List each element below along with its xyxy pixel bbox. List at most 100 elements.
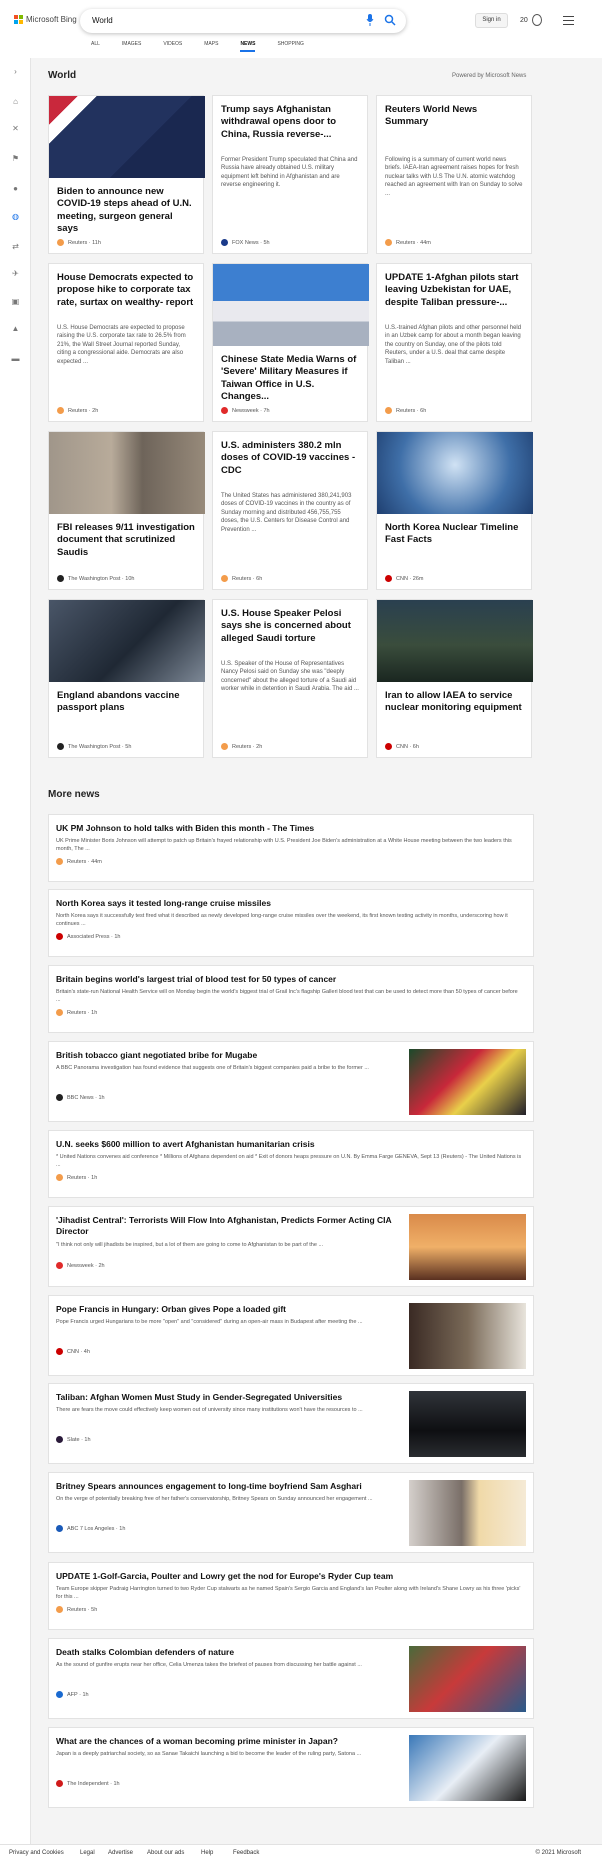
more-news-title[interactable]: Death stalks Colombian defenders of natu… [56,1647,398,1658]
hamburger-menu-icon[interactable] [563,16,574,25]
tab-videos[interactable]: VIDEOS [163,41,182,47]
tab-maps[interactable]: MAPS [204,41,218,47]
source-favicon-icon [56,933,63,940]
more-news-title[interactable]: UK PM Johnson to hold talks with Biden t… [56,823,523,834]
source-label: Reuters · 44m [67,858,102,865]
news-card-title[interactable]: House Democrats expected to propose hike… [57,272,195,309]
news-card-image[interactable] [377,432,533,514]
news-card-title[interactable]: Chinese State Media Warns of 'Severe' Mi… [221,354,359,403]
footer-link[interactable]: Feedback [233,1850,259,1856]
news-card[interactable]: House Democrats expected to propose hike… [48,263,204,422]
news-card-image[interactable] [213,264,369,346]
business-icon[interactable]: ⇄ [10,241,21,252]
more-news-item[interactable]: British tobacco giant negotiated bribe f… [48,1041,534,1122]
news-card-title[interactable]: Trump says Afghanistan withdrawal opens … [221,104,359,141]
source-label: CNN · 26m [396,575,424,582]
politics-icon[interactable]: ▲ [10,323,21,334]
science-icon[interactable]: ✈ [10,268,21,279]
news-card[interactable]: Iran to allow IAEA to service nuclear mo… [376,599,533,758]
more-news-thumbnail[interactable] [409,1214,526,1280]
news-card-title[interactable]: U.S. House Speaker Pelosi says she is co… [221,608,359,645]
expand-icon[interactable]: › [10,66,21,77]
entertainment-icon[interactable]: ▣ [10,296,21,307]
news-card-title[interactable]: England abandons vaccine passport plans [57,690,195,715]
news-card[interactable]: U.S. House Speaker Pelosi says she is co… [212,599,368,758]
tab-news[interactable]: NEWS [240,41,256,52]
more-news-title[interactable]: 'Jihadist Central': Terrorists Will Flow… [56,1215,398,1238]
tab-shopping[interactable]: SHOPPING [277,41,303,47]
more-news-item[interactable]: Britney Spears announces engagement to l… [48,1472,534,1553]
news-card[interactable]: Chinese State Media Warns of 'Severe' Mi… [212,263,369,422]
footer-link[interactable]: Help [201,1850,213,1856]
more-news-thumbnail[interactable] [409,1391,526,1457]
footer-link[interactable]: Privacy and Cookies [9,1850,64,1856]
flag-icon[interactable]: ⚑ [10,153,21,164]
search-box[interactable]: World [80,9,406,33]
more-news-thumbnail[interactable] [409,1049,526,1115]
home-icon[interactable]: ⌂ [10,96,21,107]
more-news-title[interactable]: UPDATE 1-Golf-Garcia, Poulter and Lowry … [56,1571,523,1582]
news-card-title[interactable]: Biden to announce new COVID-19 steps ahe… [57,186,195,235]
more-news-item[interactable]: North Korea says it tested long-range cr… [48,889,534,957]
more-news-item[interactable]: Death stalks Colombian defenders of natu… [48,1638,534,1719]
tab-images[interactable]: IMAGES [122,41,141,47]
more-news-title[interactable]: North Korea says it tested long-range cr… [56,898,523,909]
more-news-title[interactable]: British tobacco giant negotiated bribe f… [56,1050,398,1061]
location-icon[interactable]: ● [10,183,21,194]
more-news-thumbnail[interactable] [409,1480,526,1546]
more-news-title[interactable]: Pope Francis in Hungary: Orban gives Pop… [56,1304,398,1315]
news-card[interactable]: North Korea Nuclear Timeline Fast Facts C… [376,431,533,590]
news-card[interactable]: Trump says Afghanistan withdrawal opens … [212,95,368,254]
more-news-thumbnail[interactable] [409,1303,526,1369]
news-card[interactable]: UPDATE 1-Afghan pilots start leaving Uzb… [376,263,532,422]
more-news-source: CNN · 4h [56,1348,90,1355]
microphone-icon[interactable] [366,14,374,26]
news-card-title[interactable]: Iran to allow IAEA to service nuclear mo… [385,690,523,715]
more-news-item[interactable]: Britain begins world's largest trial of … [48,965,534,1033]
news-card-source: Reuters · 11h [57,239,101,246]
search-icon[interactable] [384,14,396,26]
more-news-title[interactable]: Britney Spears announces engagement to l… [56,1481,398,1492]
news-card-title[interactable]: North Korea Nuclear Timeline Fast Facts [385,522,523,547]
news-card[interactable]: FBI releases 9/11 investigation document… [48,431,205,590]
news-card-title[interactable]: FBI releases 9/11 investigation document… [57,522,195,559]
news-card-image[interactable] [49,600,205,682]
news-card[interactable]: Reuters World News Summary Following is a… [376,95,532,254]
bing-logo[interactable]: Microsoft Bing [14,15,77,24]
more-news-item[interactable]: U.N. seeks $600 million to avert Afghani… [48,1130,534,1198]
more-news-title[interactable]: What are the chances of a woman becoming… [56,1736,398,1747]
more-news-item[interactable]: UPDATE 1-Golf-Garcia, Poulter and Lowry … [48,1562,534,1630]
news-card-image[interactable] [377,600,533,682]
footer-link[interactable]: Advertise [108,1850,133,1856]
news-card-title[interactable]: UPDATE 1-Afghan pilots start leaving Uzb… [385,272,523,309]
sports-icon[interactable]: ✕ [10,123,21,134]
more-news-snippet: On the verge of potentially breaking fre… [56,1496,373,1502]
search-input[interactable]: World [92,16,113,25]
source-label: ABC 7 Los Angeles · 1h [67,1525,126,1532]
news-card-image[interactable] [49,96,205,178]
more-news-item[interactable]: Pope Francis in Hungary: Orban gives Pop… [48,1295,534,1376]
news-card[interactable]: England abandons vaccine passport plans T… [48,599,205,758]
more-news-title[interactable]: U.N. seeks $600 million to avert Afghani… [56,1139,523,1150]
rewards-button[interactable]: 20 [520,14,542,26]
news-card-snippet: U.S.-trained Afghan pilots and other per… [385,325,522,365]
footer-link[interactable]: Legal [80,1850,95,1856]
more-news-thumbnail[interactable] [409,1735,526,1801]
tab-all[interactable]: ALL [91,41,100,47]
sign-in-button[interactable]: Sign in [475,13,508,28]
more-news-item[interactable]: What are the chances of a woman becoming… [48,1727,534,1808]
more-news-title[interactable]: Britain begins world's largest trial of … [56,974,523,985]
more-news-item[interactable]: UK PM Johnson to hold talks with Biden t… [48,814,534,882]
news-card[interactable]: U.S. administers 380.2 mln doses of COVI… [212,431,368,590]
more-news-item[interactable]: Taliban: Afghan Women Must Study in Gend… [48,1383,534,1464]
more-news-thumbnail[interactable] [409,1646,526,1712]
footer-link[interactable]: About our ads [147,1850,184,1856]
globe-icon[interactable]: ◍ [10,211,21,222]
news-card-title[interactable]: U.S. administers 380.2 mln doses of COVI… [221,440,359,477]
news-card[interactable]: Biden to announce new COVID-19 steps ahe… [48,95,205,254]
more-news-title[interactable]: Taliban: Afghan Women Must Study in Gend… [56,1392,398,1403]
news-card-title[interactable]: Reuters World News Summary [385,104,523,129]
more-news-item[interactable]: 'Jihadist Central': Terrorists Will Flow… [48,1206,534,1287]
news-card-image[interactable] [49,432,205,514]
money-icon[interactable]: ▬ [10,353,21,364]
